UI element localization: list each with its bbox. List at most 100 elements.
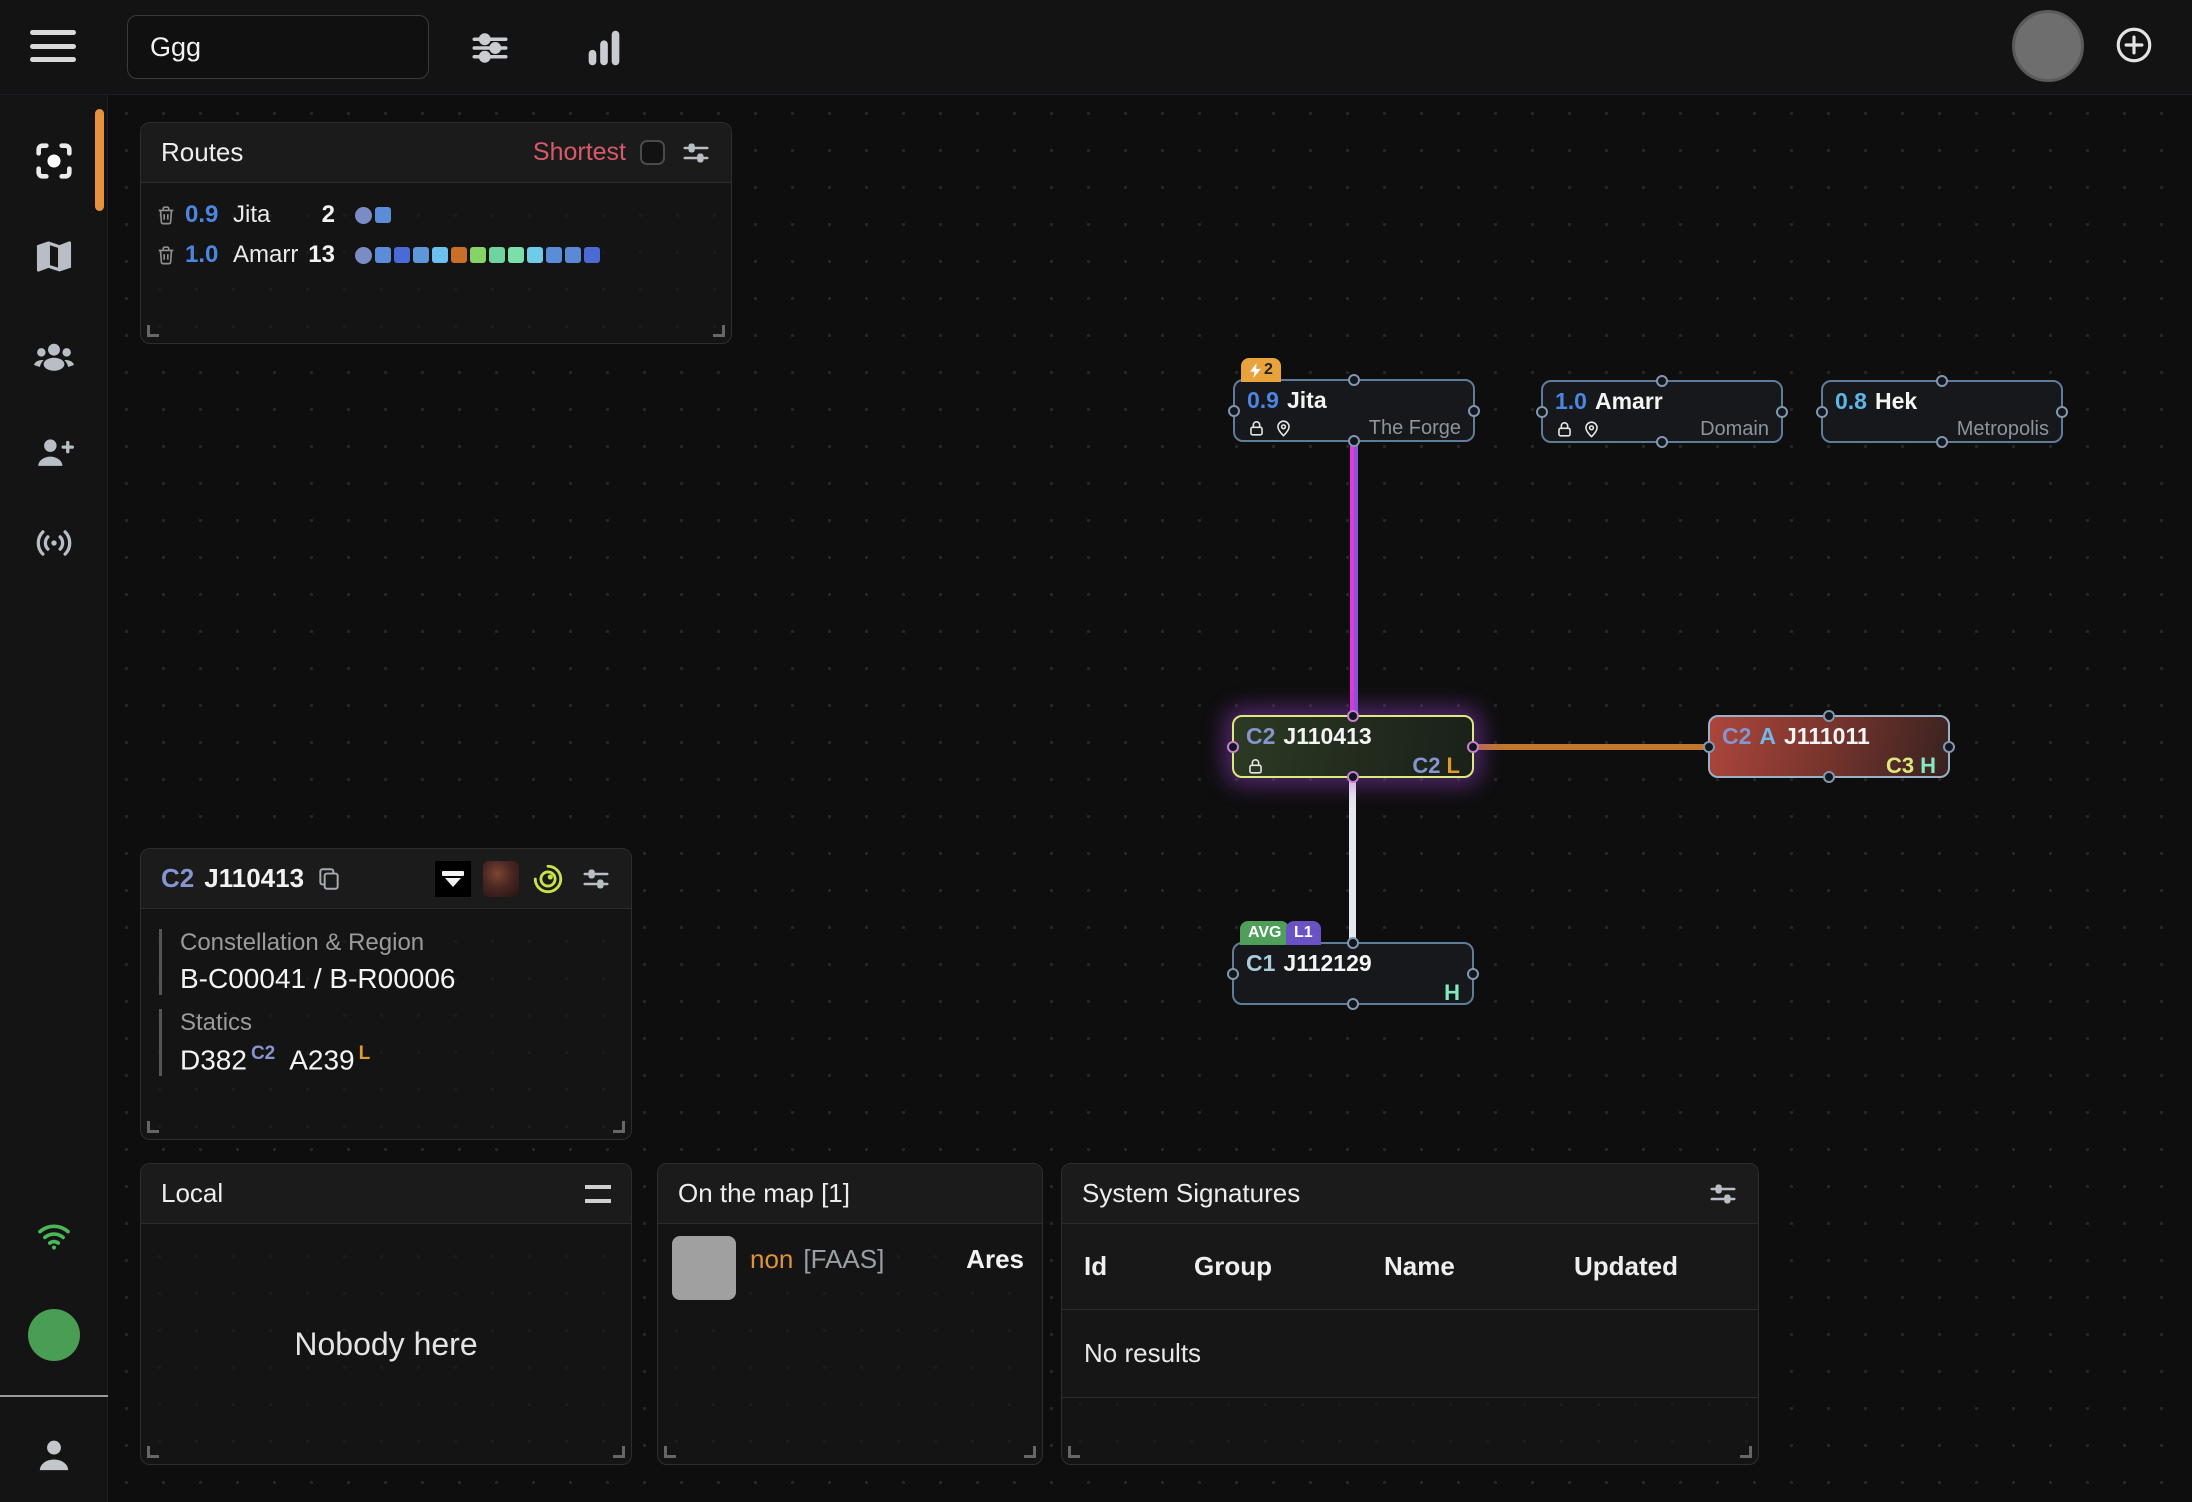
- wormhole-class: C1: [1246, 950, 1275, 977]
- resize-handle[interactable]: [713, 325, 725, 337]
- resize-handle[interactable]: [1068, 1446, 1080, 1458]
- node-handle[interactable]: [1348, 435, 1360, 447]
- map-node-j110413[interactable]: C2J110413 C2L: [1232, 715, 1474, 778]
- map-node-j112129[interactable]: AVG L1 C1J112129 H: [1232, 942, 1474, 1005]
- system-signatures-panel: System Signatures Id Group Name Updated …: [1061, 1163, 1759, 1465]
- route-mode-checkbox[interactable]: [640, 140, 665, 165]
- route-row-jita[interactable]: 0.9 Jita 2: [141, 195, 731, 235]
- security-status: 0.8: [1835, 388, 1867, 415]
- security-indicator: H: [1920, 753, 1936, 778]
- sidebar-item-profile[interactable]: [0, 1420, 108, 1492]
- jump-dot: [546, 247, 562, 263]
- resize-handle[interactable]: [1740, 1446, 1752, 1458]
- system-info-header[interactable]: C2 J110413: [141, 849, 631, 909]
- resize-handle[interactable]: [613, 1121, 625, 1133]
- node-handle[interactable]: [1467, 741, 1479, 753]
- static-class: C3: [1886, 753, 1914, 778]
- signatures-settings-icon[interactable]: [1708, 1179, 1738, 1209]
- pilot-avatar: [672, 1236, 736, 1300]
- static-security: L: [1447, 753, 1460, 778]
- node-handle[interactable]: [1467, 968, 1479, 980]
- node-handle[interactable]: [1347, 937, 1359, 949]
- route-security: 1.0: [185, 241, 233, 269]
- node-handle[interactable]: [2056, 406, 2068, 418]
- signatures-empty-state: No results: [1062, 1310, 1758, 1398]
- resize-handle[interactable]: [1024, 1446, 1036, 1458]
- local-title: Local: [161, 1178, 223, 1209]
- node-handle[interactable]: [1816, 406, 1828, 418]
- column-name[interactable]: Name: [1384, 1251, 1574, 1282]
- local-empty-state: Nobody here: [141, 1224, 631, 1464]
- pilot-row[interactable]: non [FAAS] Ares: [658, 1224, 1042, 1300]
- connection-jita-j110413[interactable]: [1350, 442, 1358, 716]
- connection-j110413-j112129[interactable]: [1349, 778, 1356, 943]
- sidebar-item-map[interactable]: [0, 221, 108, 293]
- filters-icon[interactable]: [466, 24, 514, 72]
- node-handle[interactable]: [1228, 405, 1240, 417]
- map-node-hek[interactable]: 0.8Hek Metropolis: [1821, 380, 2063, 443]
- routes-settings-icon[interactable]: [681, 138, 711, 168]
- node-handle[interactable]: [1703, 741, 1715, 753]
- delete-route-icon[interactable]: [155, 244, 177, 266]
- sidebar-item-focus[interactable]: [0, 125, 108, 197]
- signatures-header[interactable]: System Signatures: [1062, 1164, 1758, 1224]
- map-node-jita[interactable]: 2 0.9Jita The Forge: [1233, 379, 1475, 442]
- sidebar-item-broadcast[interactable]: [0, 507, 108, 579]
- node-handle[interactable]: [1823, 710, 1835, 722]
- map-node-amarr[interactable]: 1.0Amarr Domain: [1541, 380, 1783, 443]
- node-handle[interactable]: [1227, 968, 1239, 980]
- node-handle[interactable]: [1536, 406, 1548, 418]
- delete-route-icon[interactable]: [155, 204, 177, 226]
- node-handle[interactable]: [1347, 771, 1359, 783]
- node-handle[interactable]: [1776, 406, 1788, 418]
- route-row-amarr[interactable]: 1.0 Amarr 13: [141, 235, 731, 275]
- node-handle[interactable]: [1468, 405, 1480, 417]
- map-name-select[interactable]: Ggg: [127, 15, 429, 79]
- local-menu-icon[interactable]: [585, 1185, 611, 1203]
- on-the-map-header[interactable]: On the map [1]: [658, 1164, 1042, 1224]
- l1-badge: L1: [1286, 921, 1321, 945]
- resize-handle[interactable]: [664, 1446, 676, 1458]
- routes-panel: Routes Shortest 0.9 Jita 2 1.0 Amarr 13: [140, 122, 732, 344]
- resize-handle[interactable]: [147, 325, 159, 337]
- status-indicator[interactable]: [0, 1299, 108, 1371]
- menu-icon[interactable]: [30, 26, 76, 66]
- security-status: 0.9: [1247, 387, 1279, 414]
- node-handle[interactable]: [1823, 771, 1835, 783]
- sidebar-item-add-character[interactable]: [0, 417, 108, 489]
- node-handle[interactable]: [1936, 375, 1948, 387]
- lock-icon: [1247, 419, 1266, 438]
- sidebar-item-characters[interactable]: [0, 321, 108, 393]
- connection-j110413-j111011[interactable]: [1473, 744, 1709, 750]
- system-settings-icon[interactable]: [581, 864, 611, 894]
- node-handle[interactable]: [1943, 741, 1955, 753]
- user-avatar[interactable]: [2012, 10, 2084, 82]
- node-handle[interactable]: [1227, 741, 1239, 753]
- node-handle[interactable]: [1347, 998, 1359, 1010]
- node-handle[interactable]: [1347, 710, 1359, 722]
- jump-dot: [565, 247, 581, 263]
- resize-handle[interactable]: [613, 1446, 625, 1458]
- routes-panel-header[interactable]: Routes Shortest: [141, 123, 731, 183]
- scan-target-icon[interactable]: [531, 862, 565, 896]
- column-updated[interactable]: Updated: [1574, 1251, 1758, 1282]
- node-handle[interactable]: [1656, 436, 1668, 448]
- jump-dot: [489, 247, 505, 263]
- column-id[interactable]: Id: [1084, 1251, 1194, 1282]
- sidebar-divider: [0, 1395, 108, 1397]
- system-class: C2: [161, 863, 194, 894]
- resize-handle[interactable]: [147, 1446, 159, 1458]
- node-handle[interactable]: [1348, 374, 1360, 386]
- wormhole-class: C2: [1246, 723, 1275, 750]
- node-handle[interactable]: [1656, 375, 1668, 387]
- system-name: Hek: [1875, 388, 1917, 415]
- local-header[interactable]: Local: [141, 1164, 631, 1224]
- resize-handle[interactable]: [147, 1121, 159, 1133]
- add-button[interactable]: [2113, 24, 2155, 66]
- copy-icon[interactable]: [316, 866, 342, 892]
- jump-dot: [432, 247, 448, 263]
- activity-chart-icon[interactable]: [580, 24, 628, 72]
- map-node-j111011[interactable]: C2AJ111011 C3H: [1708, 715, 1950, 778]
- node-handle[interactable]: [1936, 436, 1948, 448]
- column-group[interactable]: Group: [1194, 1251, 1384, 1282]
